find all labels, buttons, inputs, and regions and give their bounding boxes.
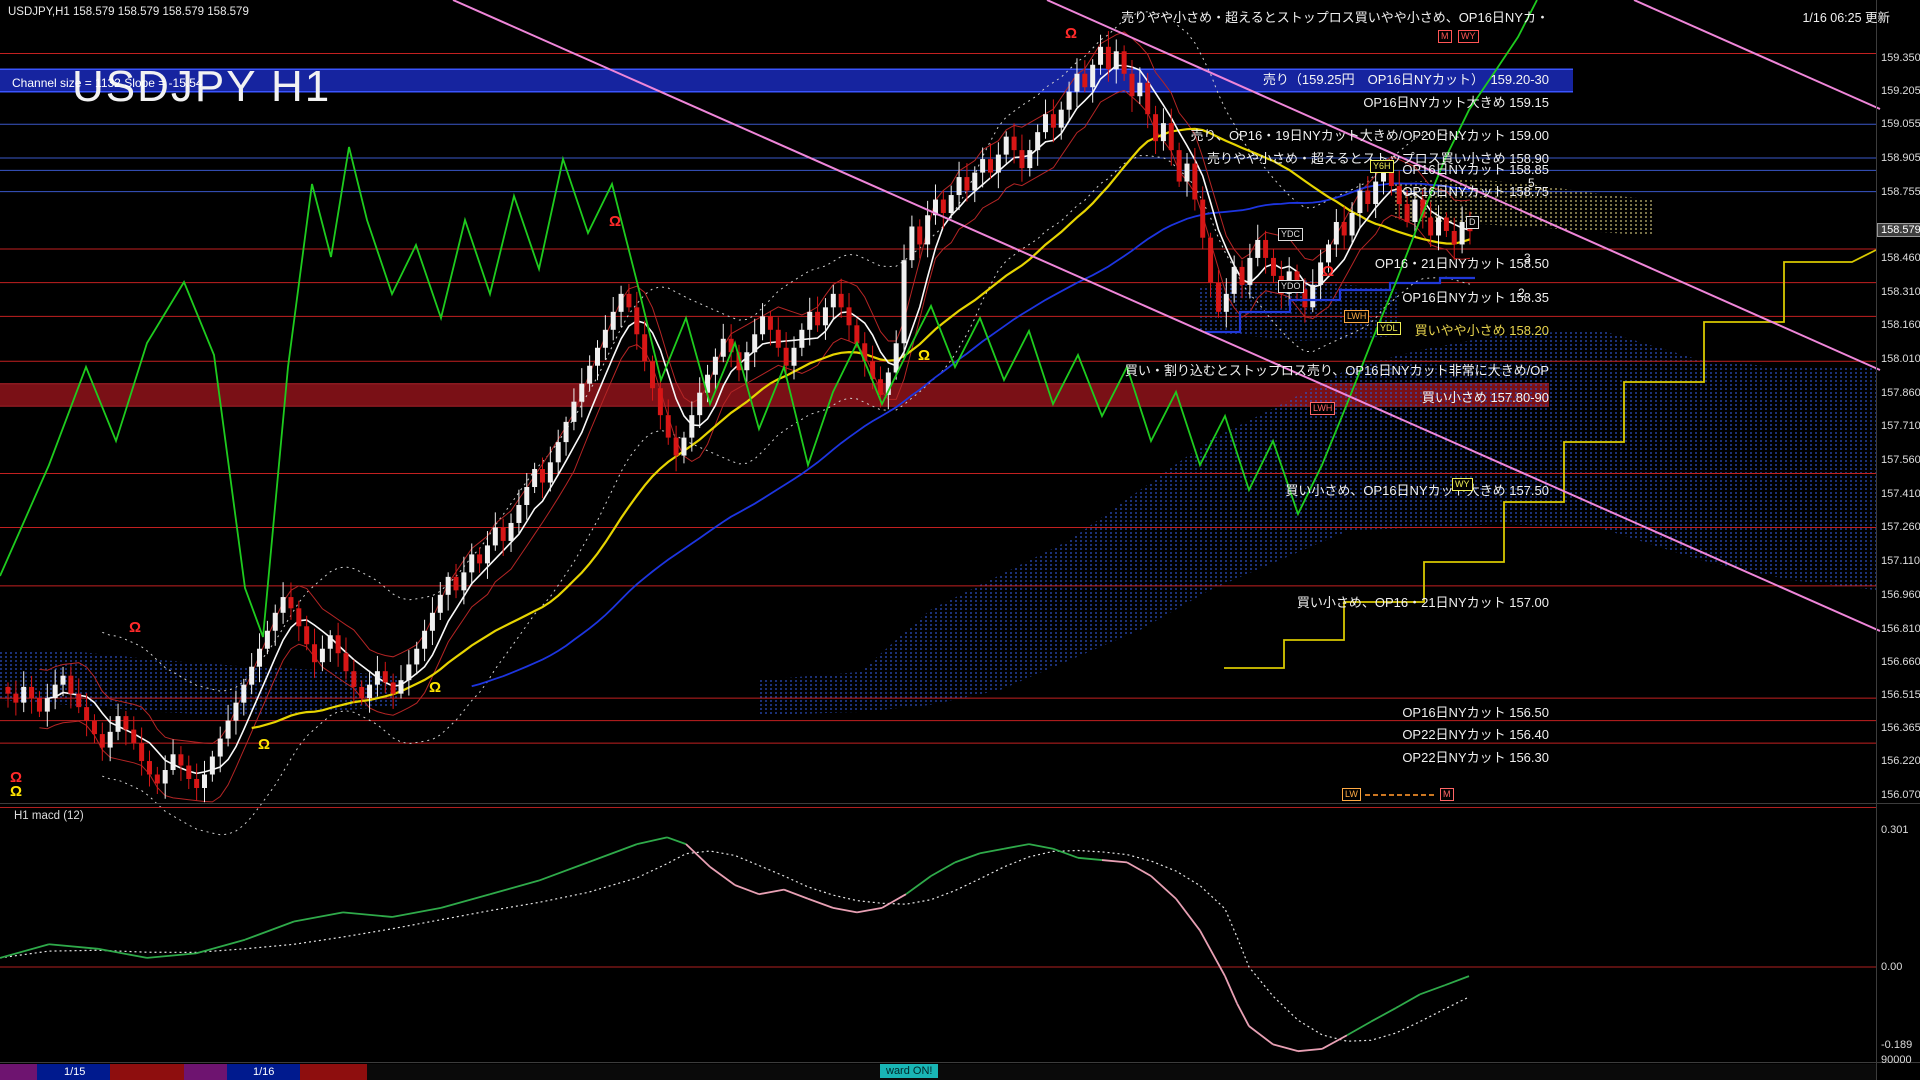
marker-box: LWH xyxy=(1344,310,1370,323)
price-annotation: 買い・割り込むとストップロス売り、OP16日NYカット非常に大きめ/OP xyxy=(1124,363,1549,378)
symbol-ohlc-quote: USDJPY,H1 158.579 158.579 158.579 158.57… xyxy=(8,6,249,18)
update-timestamp: 1/16 06:25 更新 xyxy=(1802,11,1890,25)
marker-box: M xyxy=(1440,788,1454,801)
level-digit: 5 xyxy=(1528,176,1535,190)
price-annotation: OP16日NYカット 156.50 xyxy=(1402,705,1549,720)
axis-price-label: 158.905 xyxy=(1881,152,1920,164)
price-annotation: 売り（159.25円 OP16日NYカット） 159.20-30 xyxy=(1262,72,1549,87)
ward-status-chip: ward ON! xyxy=(880,1064,939,1078)
axis-price-label: 159.055 xyxy=(1881,118,1920,130)
axis-price-label: 159.205 xyxy=(1881,85,1920,97)
axis-price-label: 156.960 xyxy=(1881,589,1920,601)
omega-marker: Ω xyxy=(129,619,142,636)
price-annotation: OP16日NYカット大きめ 159.15 xyxy=(1363,95,1549,110)
macd-scale-label: 90000 xyxy=(1881,1054,1912,1066)
axis-price-label: 157.410 xyxy=(1881,488,1920,500)
axis-price-label: 156.515 xyxy=(1881,689,1920,701)
price-annotation: 買いやや小さめ 158.20 xyxy=(1414,323,1549,338)
marker-box: YDO xyxy=(1278,280,1304,293)
axis-price-label: 158.755 xyxy=(1881,186,1920,198)
timeline-date-label: 1/16 xyxy=(253,1066,275,1078)
axis-price-label: 156.220 xyxy=(1881,755,1920,767)
axis-price-label: 157.710 xyxy=(1881,420,1920,432)
axis-price-label: 157.110 xyxy=(1881,555,1920,567)
axis-price-label: 157.560 xyxy=(1881,454,1920,466)
level-digit: 3 xyxy=(1524,251,1531,265)
axis-price-label: 158.460 xyxy=(1881,252,1920,264)
mt4-chart-window: { "header":{ "quote_line":"USDJPY,H1 158… xyxy=(0,0,1920,1080)
level-digit: 2 xyxy=(1518,286,1525,300)
axis-price-label: 156.810 xyxy=(1881,623,1920,635)
omega-marker: Ω xyxy=(10,783,23,800)
macd-scale-label: 0.00 xyxy=(1881,961,1903,973)
omega-marker: Ω xyxy=(609,213,622,230)
price-annotation: 買い小さめ、OP16日NYカット大きめ 157.50 xyxy=(1285,483,1549,498)
marker-box: YDC xyxy=(1278,228,1304,241)
omega-marker: Ω xyxy=(918,347,931,364)
price-annotation: 買い小さめ、OP16・21日NYカット 157.00 xyxy=(1296,595,1549,610)
axis-price-label: 156.070 xyxy=(1881,789,1920,801)
axis-price-label: 158.010 xyxy=(1881,353,1920,365)
marker-box: Y6H xyxy=(1370,160,1394,173)
current-price-chip: 158.579 xyxy=(1877,223,1920,237)
price-annotation: OP16日NYカット 158.35 xyxy=(1402,290,1549,305)
price-annotation: OP22日NYカット 156.40 xyxy=(1402,727,1549,742)
price-annotation: 売り、OP16・19日NYカット大きめ/OP20日NYカット 159.00 xyxy=(1190,128,1549,143)
omega-marker: Ω xyxy=(1065,25,1078,42)
price-annotation: OP16日NYカット 158.75 xyxy=(1402,184,1549,199)
price-annotation: OP16・21日NYカット 158.50 xyxy=(1374,256,1549,271)
marker-box: WY xyxy=(1452,478,1473,491)
axis-price-label: 157.860 xyxy=(1881,387,1920,399)
marker-box: YDL xyxy=(1377,322,1401,335)
omega-marker: Ω xyxy=(429,679,442,696)
price-annotation: OP22日NYカット 156.30 xyxy=(1402,750,1549,765)
price-chart-canvas[interactable] xyxy=(0,0,1920,1080)
axis-price-label: 157.260 xyxy=(1881,521,1920,533)
axis-price-label: 156.365 xyxy=(1881,722,1920,734)
axis-price-label: 158.160 xyxy=(1881,319,1920,331)
price-annotation: OP16日NYカット 158.85 xyxy=(1402,162,1549,177)
axis-price-label: 159.350 xyxy=(1881,52,1920,64)
marker-box: D xyxy=(1466,216,1479,229)
axis-price-label: 158.310 xyxy=(1881,286,1920,298)
axis-price-label: 156.660 xyxy=(1881,656,1920,668)
omega-marker: Ω xyxy=(258,736,271,753)
marker-box: M xyxy=(1438,30,1452,43)
omega-marker: Ω xyxy=(1322,263,1335,280)
macd-indicator-label: H1 macd (12) xyxy=(14,810,84,822)
timeline-date-label: 1/15 xyxy=(64,1066,86,1078)
channel-info-label: Channel size = 1132 Slope = -15.54 xyxy=(12,76,203,90)
marker-box: LW xyxy=(1342,788,1361,801)
macd-scale-label: -0.189 xyxy=(1881,1039,1913,1051)
macd-scale-label: 0.301 xyxy=(1881,824,1909,836)
top-strategy-note: 売りやや小さめ・超えるとストップロス買いやや小さめ、OP16日NYカ・ xyxy=(1121,10,1549,25)
marker-box: WY xyxy=(1458,30,1479,43)
marker-box: LWH xyxy=(1310,402,1336,415)
price-annotation: 買い小さめ 157.80-90 xyxy=(1421,390,1549,405)
